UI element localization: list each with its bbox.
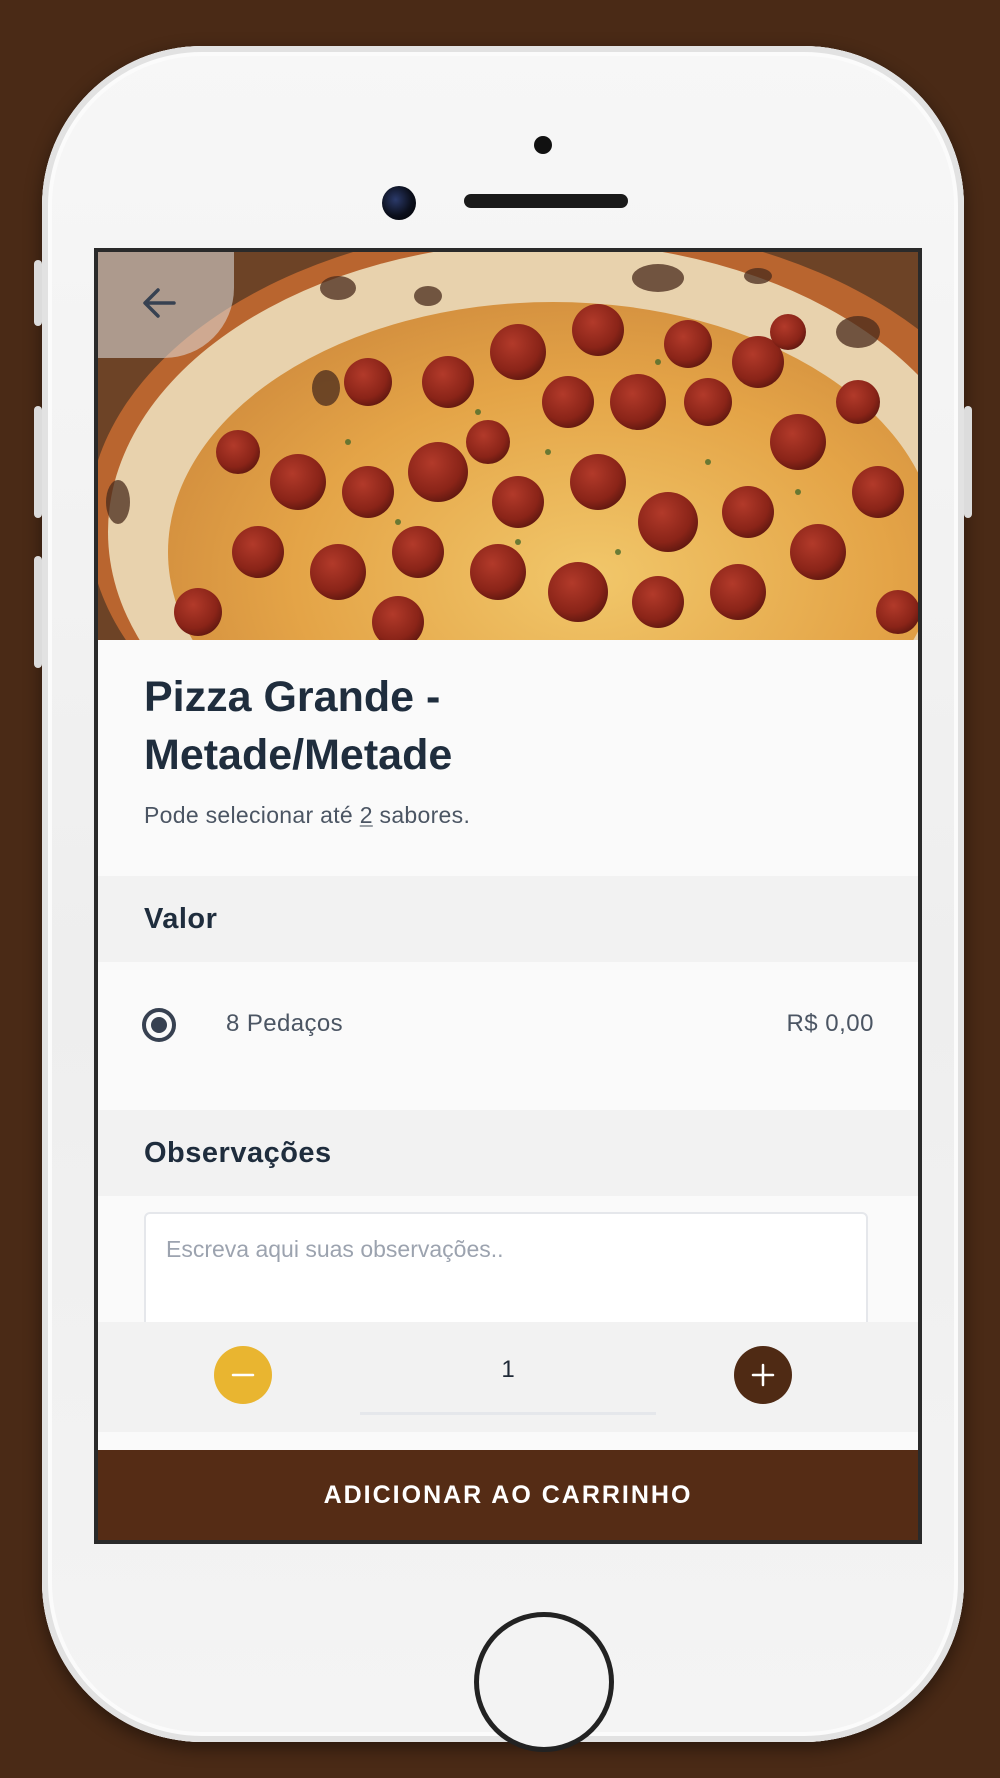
- quantity-bar: 1: [98, 1322, 918, 1432]
- product-subtitle: Pode selecionar até 2 sabores.: [144, 802, 470, 829]
- front-camera: [382, 186, 416, 220]
- arrow-left-icon: [143, 288, 176, 318]
- proximity-sensor: [534, 136, 552, 154]
- option-price: R$ 0,00: [786, 1010, 874, 1037]
- add-to-cart-label: ADICIONAR AO CARRINHO: [323, 1480, 693, 1509]
- add-to-cart-button[interactable]: ADICIONAR AO CARRINHO: [98, 1450, 918, 1540]
- value-section-header: Valor: [98, 876, 918, 962]
- quantity-value: 1: [501, 1356, 515, 1383]
- product-title-line1: Pizza Grande -: [144, 673, 441, 721]
- increase-quantity-button[interactable]: [734, 1346, 792, 1404]
- plus-icon: [751, 1363, 775, 1387]
- product-title: Pizza Grande - Metade/Metade: [144, 668, 864, 784]
- power-button: [964, 406, 972, 518]
- volume-up-button: [34, 406, 42, 518]
- option-radio[interactable]: [142, 1008, 176, 1042]
- subtitle-flavor-count: 2: [359, 802, 373, 828]
- home-button[interactable]: [474, 1612, 614, 1752]
- value-section-title: Valor: [144, 902, 218, 935]
- product-title-line2: Metade/Metade: [144, 731, 453, 779]
- app-screen: Pizza Grande - Metade/Metade Pode seleci…: [94, 248, 922, 1544]
- subtitle-prefix: Pode selecionar até: [144, 802, 354, 828]
- notes-section-header: Observações: [98, 1110, 918, 1196]
- product-image: [98, 252, 918, 640]
- option-label: 8 Pedaços: [226, 1010, 344, 1037]
- quantity-underline: [360, 1412, 656, 1415]
- earpiece-speaker: [464, 194, 628, 208]
- decrease-quantity-button[interactable]: [214, 1346, 272, 1404]
- notes-section-title: Observações: [144, 1136, 332, 1169]
- subtitle-suffix: sabores.: [379, 802, 471, 828]
- radio-selected-dot: [151, 1017, 167, 1033]
- silent-switch: [34, 260, 42, 326]
- option-row[interactable]: 8 Pedaços R$ 0,00: [98, 962, 918, 1086]
- minus-icon: [231, 1373, 255, 1377]
- volume-down-button: [34, 556, 42, 668]
